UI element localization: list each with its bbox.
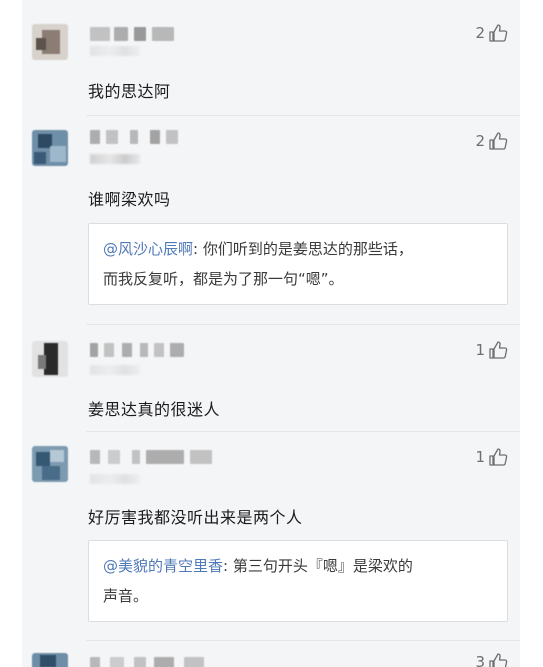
comment-text: 好厉害我都没听出来是两个人: [88, 508, 303, 527]
comment-item: 1 好厉害我都没听出来是两个人 @美貌的青空里香: 第三句开头『嗯』是梁欢的 声…: [22, 432, 520, 637]
comment-item: 2 谁啊梁欢吗 @风沙心辰啊: 你们听到的是姜思达的那些话， 而我反复听，都是为…: [22, 116, 520, 324]
like-count: 2: [475, 132, 485, 150]
comment-item: 2 我的思达阿: [22, 0, 520, 115]
user-avatar[interactable]: [32, 653, 68, 667]
like-count: 1: [475, 341, 485, 359]
comment-text: 谁啊梁欢吗: [88, 190, 171, 209]
comment-text: 我的思达阿: [88, 82, 171, 101]
timestamp-blurred: [90, 154, 140, 164]
like-count: 1: [475, 448, 485, 466]
username-blurred[interactable]: [90, 657, 220, 667]
reply-body: : 第三句开头『嗯』是梁欢的: [223, 557, 413, 575]
comment-item: 1 姜思达真的很迷人: [22, 325, 520, 430]
user-avatar[interactable]: [32, 446, 68, 482]
reply-body-line2: 而我反复听，都是为了那一句“嗯”。: [103, 270, 344, 288]
username-blurred[interactable]: [90, 343, 200, 357]
username-blurred[interactable]: [90, 130, 180, 144]
reply-body: : 你们听到的是姜思达的那些话，: [193, 240, 413, 258]
user-avatar[interactable]: [32, 130, 68, 166]
thumbs-up-icon: [488, 340, 508, 360]
thumbs-up-icon: [488, 652, 508, 667]
timestamp-blurred: [90, 365, 140, 375]
comment-text: 姜思达真的很迷人: [88, 400, 221, 419]
like-button[interactable]: 3: [475, 651, 508, 667]
comment-item: 3: [22, 641, 520, 667]
user-avatar[interactable]: [32, 24, 68, 60]
like-button[interactable]: 1: [475, 339, 508, 361]
thumbs-up-icon: [488, 131, 508, 151]
reply-mention[interactable]: @美貌的青空里香: [103, 557, 223, 575]
user-avatar[interactable]: [32, 341, 68, 377]
like-button[interactable]: 2: [475, 130, 508, 152]
thumbs-up-icon: [488, 447, 508, 467]
like-button[interactable]: 1: [475, 446, 508, 468]
like-count: 2: [475, 24, 485, 42]
timestamp-blurred: [90, 474, 140, 484]
thumbs-up-icon: [488, 23, 508, 43]
reply-quote[interactable]: @美貌的青空里香: 第三句开头『嗯』是梁欢的 声音。: [88, 540, 508, 622]
like-count: 3: [475, 653, 485, 667]
like-button[interactable]: 2: [475, 22, 508, 44]
reply-body-line2: 声音。: [103, 587, 149, 605]
reply-quote[interactable]: @风沙心辰啊: 你们听到的是姜思达的那些话， 而我反复听，都是为了那一句“嗯”。: [88, 223, 508, 305]
username-blurred[interactable]: [90, 27, 180, 41]
username-blurred[interactable]: [90, 450, 220, 464]
reply-mention[interactable]: @风沙心辰啊: [103, 240, 193, 258]
timestamp-blurred: [90, 46, 140, 56]
